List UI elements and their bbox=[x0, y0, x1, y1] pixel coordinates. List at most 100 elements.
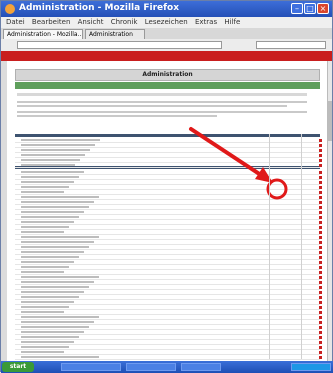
menu-item-extras[interactable]: Extras bbox=[195, 18, 217, 26]
tab-administration-1[interactable]: Administration - Mozilla... bbox=[3, 29, 83, 39]
permission-marker[interactable] bbox=[319, 326, 322, 329]
menu-item-chronik[interactable]: Chronik bbox=[111, 18, 138, 26]
system-tray bbox=[291, 363, 331, 371]
taskbar-item[interactable] bbox=[61, 363, 121, 371]
permission-marker[interactable] bbox=[319, 211, 322, 214]
permission-marker[interactable] bbox=[319, 159, 322, 162]
permission-marker[interactable] bbox=[319, 154, 322, 157]
permission-marker[interactable] bbox=[319, 346, 322, 349]
row-label-placeholder bbox=[21, 346, 69, 348]
row-label-placeholder bbox=[21, 211, 84, 213]
permission-marker[interactable] bbox=[319, 246, 322, 249]
permission-marker[interactable] bbox=[319, 281, 322, 284]
minimize-button[interactable]: – bbox=[291, 3, 303, 14]
column-divider bbox=[301, 134, 302, 359]
permission-marker[interactable] bbox=[319, 201, 322, 204]
navigation-bar bbox=[1, 39, 332, 51]
table-row bbox=[15, 355, 322, 360]
window-title: Administration - Mozilla Firefox bbox=[19, 3, 180, 13]
text-line bbox=[17, 111, 307, 113]
permission-marker[interactable] bbox=[319, 251, 322, 254]
row-label-placeholder bbox=[21, 246, 89, 248]
row-label-placeholder bbox=[21, 316, 99, 318]
start-button[interactable]: start bbox=[2, 362, 34, 372]
permission-marker[interactable] bbox=[319, 231, 322, 234]
permission-marker[interactable] bbox=[319, 306, 322, 309]
permission-marker[interactable] bbox=[319, 261, 322, 264]
permission-marker[interactable] bbox=[319, 186, 322, 189]
row-label-placeholder bbox=[21, 154, 85, 156]
tab-strip: Administration - Mozilla... Administrati… bbox=[1, 28, 332, 39]
page-title: Administration bbox=[142, 71, 193, 78]
row-label-placeholder bbox=[21, 216, 79, 218]
permission-marker[interactable] bbox=[319, 286, 322, 289]
permission-marker[interactable] bbox=[319, 351, 322, 354]
permission-marker[interactable] bbox=[319, 321, 322, 324]
vertical-scrollbar[interactable] bbox=[327, 61, 332, 361]
permission-marker[interactable] bbox=[319, 216, 322, 219]
permission-marker[interactable] bbox=[319, 139, 322, 142]
row-label-placeholder bbox=[21, 256, 79, 258]
permission-marker[interactable] bbox=[319, 356, 322, 359]
permission-marker[interactable] bbox=[319, 196, 322, 199]
text-line bbox=[17, 101, 307, 103]
row-label-placeholder bbox=[21, 186, 69, 188]
row-label-placeholder bbox=[21, 241, 94, 243]
row-label-placeholder bbox=[21, 306, 69, 308]
close-button[interactable]: × bbox=[317, 3, 329, 14]
permission-marker[interactable] bbox=[319, 181, 322, 184]
menu-item-lesezeichen[interactable]: Lesezeichen bbox=[145, 18, 188, 26]
firefox-icon bbox=[5, 4, 15, 14]
maximize-button[interactable]: □ bbox=[304, 3, 316, 14]
row-label-placeholder bbox=[21, 261, 74, 263]
permission-marker[interactable] bbox=[319, 296, 322, 299]
permission-marker[interactable] bbox=[319, 191, 322, 194]
row-label-placeholder bbox=[21, 276, 99, 278]
permission-marker[interactable] bbox=[319, 316, 322, 319]
scrollbar-thumb[interactable] bbox=[328, 101, 332, 141]
search-field[interactable] bbox=[256, 41, 326, 49]
permission-marker[interactable] bbox=[319, 271, 322, 274]
column-divider bbox=[269, 134, 270, 359]
permission-marker[interactable] bbox=[319, 176, 322, 179]
browser-window: Administration - Mozilla Firefox – □ × D… bbox=[0, 0, 333, 373]
permission-marker[interactable] bbox=[319, 164, 322, 167]
row-label-placeholder bbox=[21, 356, 99, 358]
permission-marker[interactable] bbox=[319, 311, 322, 314]
row-label-placeholder bbox=[21, 331, 84, 333]
menu-item-datei[interactable]: Datei bbox=[6, 18, 25, 26]
permission-marker[interactable] bbox=[319, 266, 322, 269]
permission-marker[interactable] bbox=[319, 144, 322, 147]
permission-marker[interactable] bbox=[319, 336, 322, 339]
row-label-placeholder bbox=[21, 144, 95, 146]
permission-marker[interactable] bbox=[319, 226, 322, 229]
tab-administration-2[interactable]: Administration bbox=[85, 29, 145, 39]
menu-item-hilfe[interactable]: Hilfe bbox=[224, 18, 240, 26]
permission-marker[interactable] bbox=[319, 331, 322, 334]
menu-bar: Datei Bearbeiten Ansicht Chronik Lesezei… bbox=[1, 17, 332, 28]
taskbar-item[interactable] bbox=[181, 363, 221, 371]
taskbar-item[interactable] bbox=[126, 363, 176, 371]
row-label-placeholder bbox=[21, 271, 64, 273]
permission-marker[interactable] bbox=[319, 341, 322, 344]
address-field[interactable] bbox=[17, 41, 222, 49]
permission-marker[interactable] bbox=[319, 221, 322, 224]
text-line bbox=[17, 105, 287, 107]
permission-marker[interactable] bbox=[319, 256, 322, 259]
row-label-placeholder bbox=[21, 296, 79, 298]
permission-marker[interactable] bbox=[319, 149, 322, 152]
row-label-placeholder bbox=[21, 236, 99, 238]
permission-marker[interactable] bbox=[319, 291, 322, 294]
row-label-placeholder bbox=[21, 191, 64, 193]
permission-marker[interactable] bbox=[319, 236, 322, 239]
permission-marker[interactable] bbox=[319, 301, 322, 304]
permission-marker[interactable] bbox=[319, 276, 322, 279]
menu-item-ansicht[interactable]: Ansicht bbox=[78, 18, 104, 26]
permission-marker[interactable] bbox=[319, 241, 322, 244]
row-label-placeholder bbox=[21, 164, 75, 166]
menu-item-bearbeiten[interactable]: Bearbeiten bbox=[32, 18, 70, 26]
permission-marker[interactable] bbox=[319, 171, 322, 174]
text-line bbox=[17, 93, 307, 96]
permission-marker[interactable] bbox=[319, 206, 322, 209]
row-label-placeholder bbox=[21, 176, 79, 178]
